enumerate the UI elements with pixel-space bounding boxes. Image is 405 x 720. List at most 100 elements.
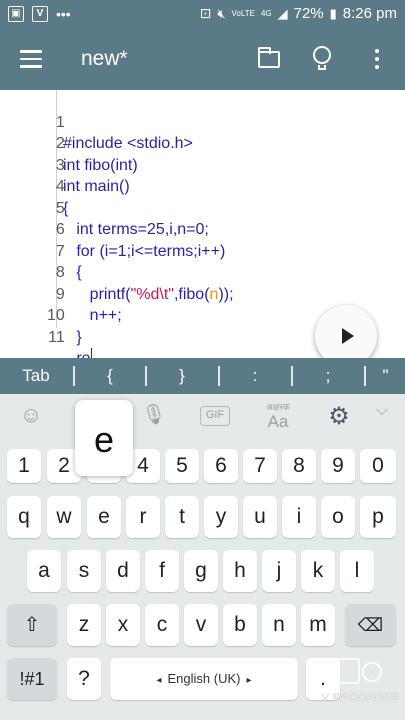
key-0[interactable]: 0 [360,449,396,483]
video-icon [324,658,360,684]
mute-icon: 🔇︎ [217,5,226,21]
key-d[interactable]: d [106,550,140,592]
vlc-icon: V [32,6,48,22]
key-5[interactable]: 5 [165,449,199,483]
key-p[interactable]: p [360,496,396,538]
shift-key[interactable]: ⇧ [7,604,57,646]
symbol-quote[interactable]: " [366,358,405,394]
key-n[interactable]: n [262,604,296,646]
symbols-key[interactable]: !#1 [7,658,57,700]
microphone-icon[interactable]: 🎙︎ [140,402,168,434]
key-x[interactable]: x [106,604,140,646]
chevron-left-icon: ◂ [156,675,162,686]
line-number: 5 [55,199,65,217]
more-options-icon[interactable] [374,49,380,71]
code-text: for (i=1;i<=terms;i++) [63,242,226,260]
code-text: printf("%d\t",fibo(n)); [63,284,234,306]
code-text: int fibo(int) [63,156,138,174]
line-number: 6 [55,221,65,238]
code-fragment: printf( [63,285,131,303]
key-1[interactable]: 1 [7,449,41,483]
code-text: n++; [63,307,122,324]
code-text: #include <stdio.h> [63,135,193,152]
folder-icon[interactable] [258,47,280,68]
signal-icon: ◢ [277,5,288,21]
code-editor[interactable]: 1 #include <stdio.h> 2 int fibo(int) 3 i… [0,90,405,367]
key-t[interactable]: t [165,496,199,538]
key-j[interactable]: j [262,550,296,592]
cast-icon: ⊡ [199,5,212,21]
handwriting-icon[interactable]: अक्षरक Aa [258,402,298,434]
code-text: } [63,328,82,346]
line-number: 1 [55,113,65,131]
line-number: 2 [55,135,65,152]
key-c[interactable]: c [145,604,179,646]
key-i[interactable]: i [282,496,316,538]
key-k[interactable]: k [301,550,335,592]
code-line: 4 { [0,155,68,217]
symbol-semicolon[interactable]: ; [293,358,363,394]
question-key[interactable]: ? [67,658,101,700]
symbol-close-brace[interactable]: } [147,358,217,394]
menu-icon[interactable] [20,50,42,68]
key-6[interactable]: 6 [204,449,238,483]
code-line: 7 { [0,219,82,282]
code-line: 5 int terms=25,i,n=0; [0,176,209,239]
string-literal: "%d\t" [130,285,174,303]
language-label: English (UK) [167,671,241,686]
symbol-tab[interactable]: Tab [10,358,62,394]
key-7[interactable]: 7 [243,449,277,483]
app-bar: new* [0,30,405,90]
key-v[interactable]: v [184,604,218,646]
code-line: 8 printf("%d\t",fibo(n)); [0,241,234,303]
code-text: int main() [63,178,130,195]
line-number: 11 [48,328,65,346]
backspace-key[interactable]: ⌫ [345,604,396,646]
key-a[interactable]: a [27,550,61,592]
watermark-text: V RECORDER [321,692,400,704]
key-u[interactable]: u [243,496,277,538]
key-z[interactable]: z [67,604,101,646]
gif-icon[interactable]: GIF [200,406,230,426]
line-number: 4 [55,178,65,195]
handwriting-sub: Aa [267,412,289,431]
key-s[interactable]: s [67,550,101,592]
battery-text: 72% [293,5,324,22]
key-g[interactable]: g [184,550,218,592]
code-line: 2 int fibo(int) [0,112,138,174]
code-text: int terms=25,i,n=0; [63,221,209,238]
symbol-colon[interactable]: : [220,358,290,394]
key-y[interactable]: y [204,496,238,538]
battery-icon: ▮ [329,5,337,21]
code-line: 6 for (i=1;i<=terms;i++) [0,198,225,260]
key-8[interactable]: 8 [282,449,316,483]
symbol-open-brace[interactable]: { [75,358,145,394]
key-r[interactable]: r [126,496,160,538]
status-bar: ▣ V ••• ⊡ 🔇︎ VoLTE 4G ◢ 72% ▮ 8:26 pm [0,0,405,30]
line-number: 9 [55,285,65,303]
volte-label: VoLTE [231,8,255,18]
key-m[interactable]: m [301,604,335,646]
key-h[interactable]: h [223,550,257,592]
key-e[interactable]: e [87,496,121,538]
key-f[interactable]: f [145,550,179,592]
file-title: new* [81,47,128,70]
lightbulb-icon[interactable] [313,46,331,72]
key-q[interactable]: q [7,496,41,538]
space-bar[interactable]: ◂ English (UK) ▸ [110,658,298,700]
key-w[interactable]: w [47,496,81,538]
code-line: 11 re [0,305,93,367]
key-b[interactable]: b [223,604,257,646]
line-number: 7 [55,242,65,260]
code-line: 9 n++; [0,262,122,325]
code-fragment: ,fibo( [173,285,210,303]
chevron-right-icon: ▸ [246,675,252,686]
settings-gear-icon[interactable]: ⚙ [325,402,353,434]
clock: 8:26 pm [342,5,397,22]
chevron-down-icon[interactable]: ⌵ [370,402,394,434]
key-9[interactable]: 9 [321,449,355,483]
shift-icon: ⇧ [23,614,41,636]
emoji-icon[interactable]: ☺ [15,402,47,434]
key-o[interactable]: o [321,496,355,538]
key-l[interactable]: l [340,550,374,592]
